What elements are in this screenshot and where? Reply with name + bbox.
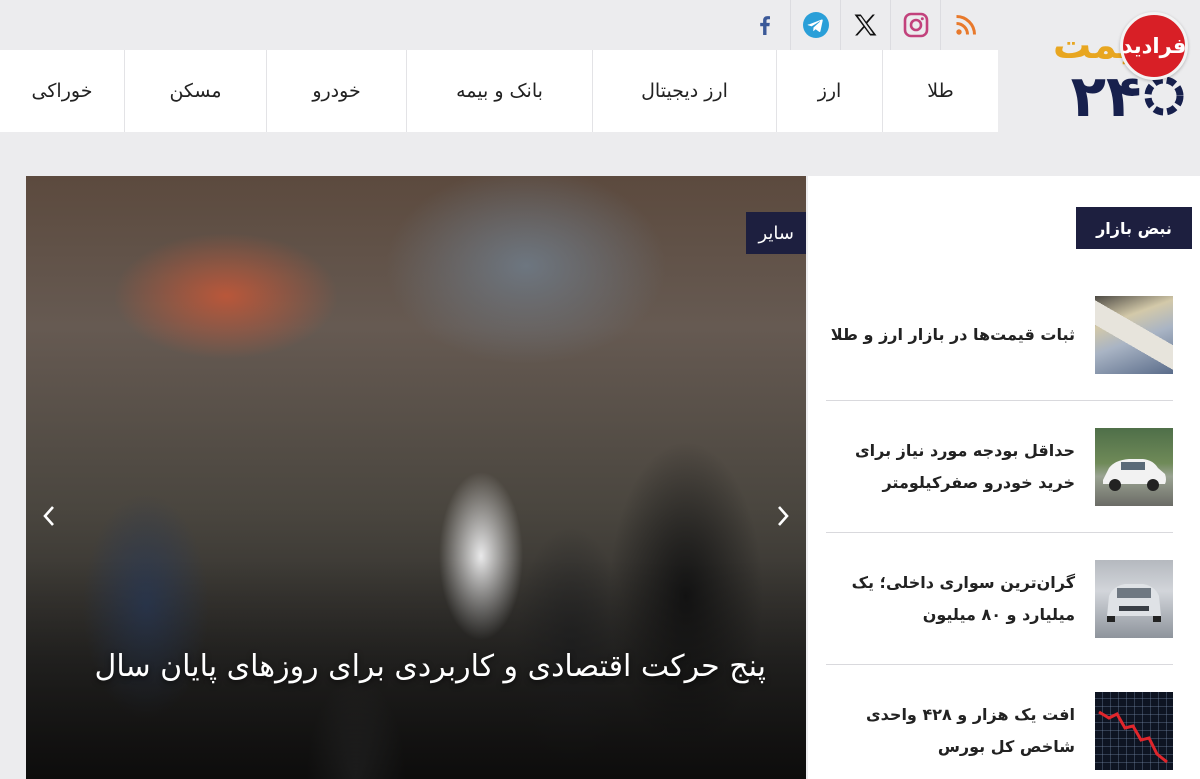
- slider-prev-button[interactable]: [34, 496, 64, 536]
- news-thumb-cash[interactable]: [1095, 295, 1173, 374]
- logo-dial-icon: [1144, 76, 1184, 116]
- faradeed-badge: فرادید: [1120, 12, 1188, 80]
- hero-category-badge[interactable]: سایر: [746, 212, 806, 254]
- hero-slider[interactable]: سایر پنج حرکت اقتصادی و کاربردی برای روز…: [26, 176, 806, 779]
- main-nav: طلا ارز ارز دیجیتال بانک و بیمه خودرو مس…: [0, 50, 998, 132]
- social-bar: [740, 0, 998, 50]
- nav-item-bank-insurance[interactable]: بانک و بیمه: [406, 50, 592, 132]
- car-shape: [1103, 458, 1166, 491]
- nav-item-gold[interactable]: طلا: [882, 50, 998, 132]
- rss-link[interactable]: [940, 0, 990, 50]
- news-item[interactable]: حداقل بودجه مورد نیاز برای خرید خودرو صف…: [826, 401, 1173, 533]
- site-logo[interactable]: قیمت ۲۴ فرادید: [1018, 8, 1193, 128]
- news-thumb-stock-chart[interactable]: [1095, 692, 1173, 770]
- rss-icon: [955, 15, 976, 35]
- stock-line-shape: [1098, 710, 1168, 764]
- sidebar-heading: نبض بازار: [1076, 207, 1192, 249]
- nav-item-crypto[interactable]: ارز دیجیتال: [592, 50, 776, 132]
- news-item[interactable]: ثبات قیمت‌ها در بازار ارز و طلا: [826, 269, 1173, 401]
- car-front-shape: [1107, 583, 1161, 622]
- news-title[interactable]: افت یک هزار و ۴۲۸ واحدی شاخص کل بورس: [826, 699, 1075, 763]
- market-pulse-sidebar: نبض بازار ثبات قیمت‌ها در بازار ارز و طل…: [808, 176, 1200, 779]
- slider-next-button[interactable]: [768, 496, 798, 536]
- nav-item-currency[interactable]: ارز: [776, 50, 882, 132]
- instagram-icon: [903, 12, 928, 38]
- telegram-icon: [802, 12, 829, 38]
- news-title[interactable]: گران‌ترین سواری داخلی؛ یک میلیارد و ۸۰ م…: [826, 567, 1075, 631]
- news-item[interactable]: افت یک هزار و ۴۲۸ واحدی شاخص کل بورس: [826, 665, 1173, 779]
- chevron-left-icon: [43, 506, 54, 526]
- news-title[interactable]: حداقل بودجه مورد نیاز برای خرید خودرو صف…: [826, 435, 1075, 499]
- news-item[interactable]: گران‌ترین سواری داخلی؛ یک میلیارد و ۸۰ م…: [826, 533, 1173, 665]
- instagram-link[interactable]: [890, 0, 940, 50]
- hero-title[interactable]: پنج حرکت اقتصادی و کاربردی برای روزهای پ…: [56, 638, 766, 696]
- telegram-link[interactable]: [790, 0, 840, 50]
- news-thumb-car-factory[interactable]: [1095, 559, 1173, 638]
- news-title[interactable]: ثبات قیمت‌ها در بازار ارز و طلا: [826, 319, 1075, 351]
- nav-item-housing[interactable]: مسکن: [124, 50, 266, 132]
- news-thumb-car[interactable]: [1095, 427, 1173, 506]
- x-link[interactable]: [840, 0, 890, 50]
- logo-digits: ۲۴: [1071, 62, 1142, 128]
- nav-item-car[interactable]: خودرو: [266, 50, 406, 132]
- facebook-icon: [760, 16, 770, 35]
- facebook-link[interactable]: [740, 0, 790, 50]
- x-icon: [854, 14, 876, 36]
- chevron-right-icon: [778, 506, 789, 526]
- nav-item-food[interactable]: خوراکی: [0, 50, 124, 132]
